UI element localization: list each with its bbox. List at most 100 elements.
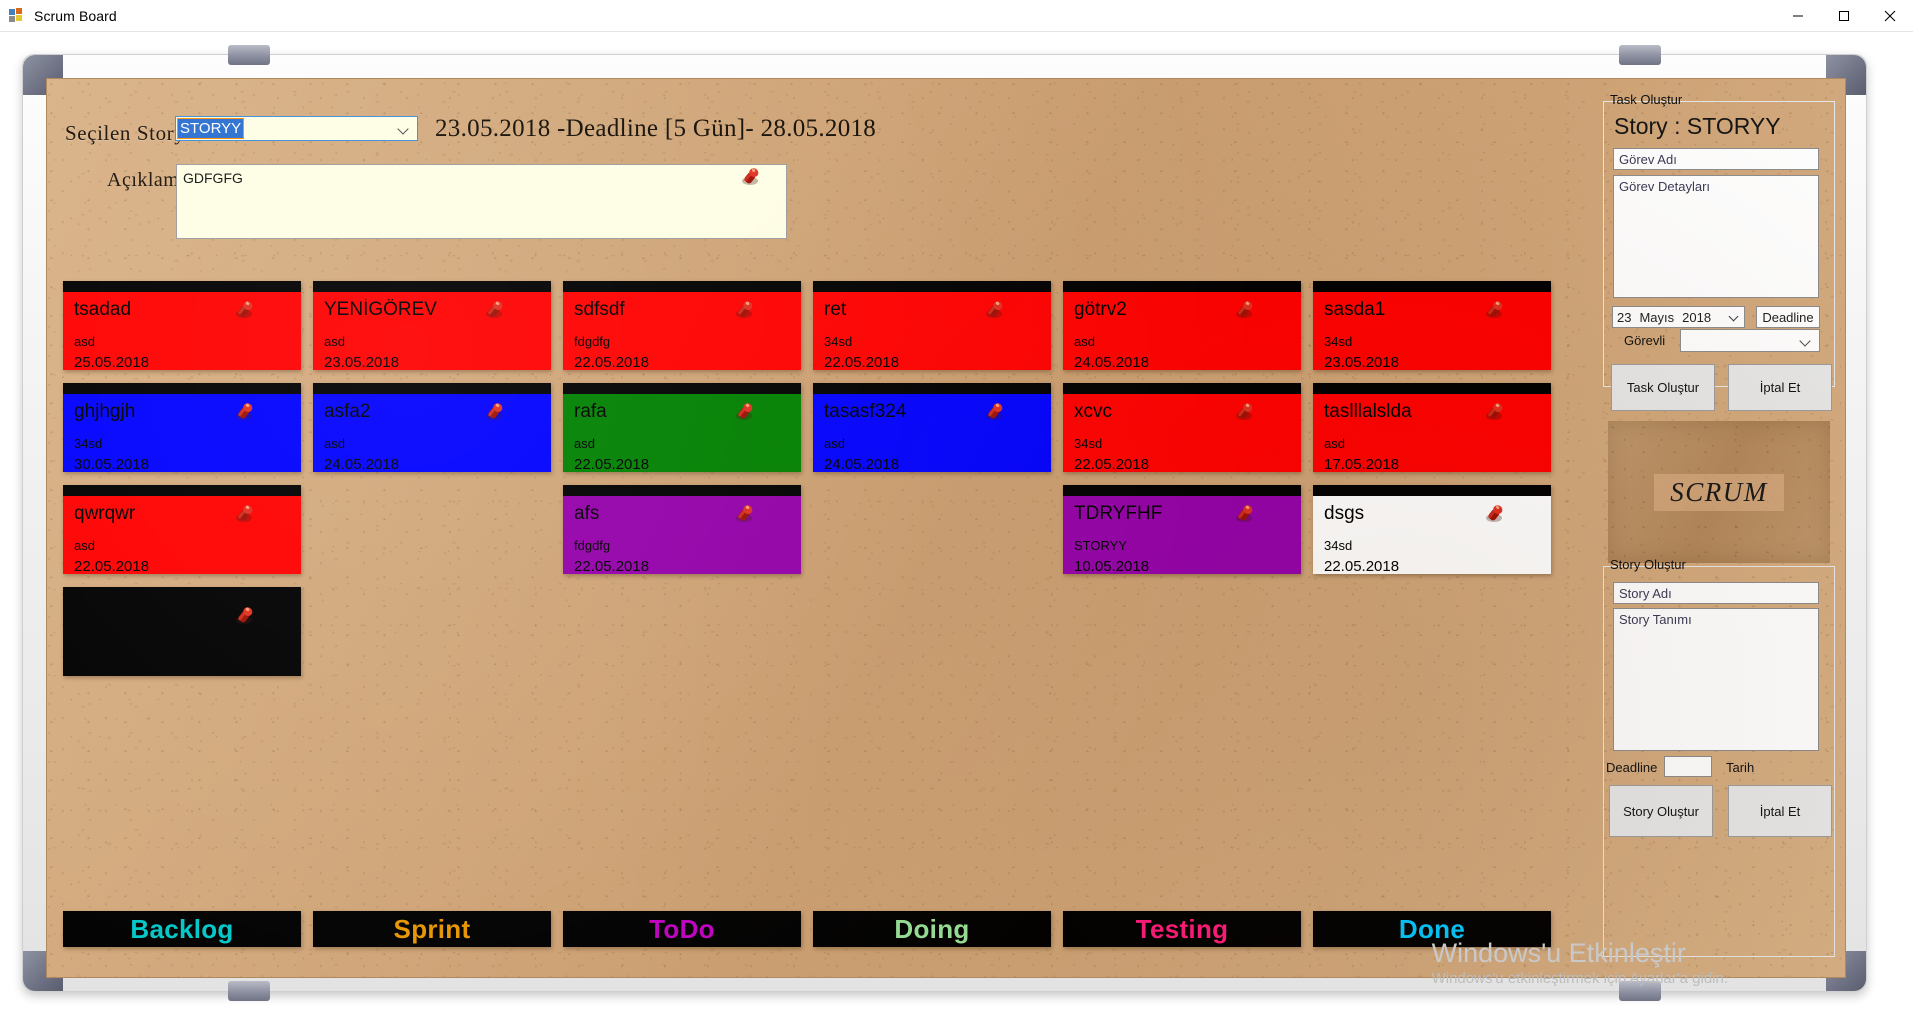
task-card[interactable]: tasasf324 asd 24.05.2018 — [813, 383, 1051, 472]
task-card-date: 22.05.2018 — [824, 354, 900, 370]
task-card[interactable]: xcvc 34sd 22.05.2018 — [1063, 383, 1301, 472]
column-label-testing: Testing — [1063, 911, 1301, 947]
task-card-title: tasasf324 — [824, 401, 907, 422]
task-card[interactable]: ret 34sd 22.05.2018 — [813, 281, 1051, 370]
task-card-date: 22.05.2018 — [574, 456, 650, 472]
task-card-date: 17.05.2018 — [1324, 456, 1400, 472]
task-card-detail: asd — [74, 538, 95, 553]
task-card-detail: asd — [824, 436, 845, 451]
create-task-button[interactable]: Task Oluştur — [1611, 364, 1715, 411]
task-card[interactable]: taslllalslda asd 17.05.2018 — [1313, 383, 1551, 472]
task-deadline-label: Deadline — [1756, 306, 1820, 328]
task-card-date: 22.05.2018 — [574, 354, 650, 370]
pushpin-icon — [1481, 397, 1511, 427]
minimize-button[interactable] — [1775, 0, 1821, 32]
task-card[interactable]: afs fdgdfg 22.05.2018 — [563, 485, 801, 574]
board-column-todo: sdfsdf fdgdfg 22.05.2018 rafa asd 22.05.2018 a… — [563, 281, 801, 587]
board-column-testing: götrv2 asd 24.05.2018 xcvc 34sd 22.05.2018 TDR… — [1063, 281, 1301, 587]
chevron-down-icon — [1730, 312, 1740, 322]
pushpin-icon — [231, 601, 261, 631]
story-name-input[interactable]: Story Adı — [1613, 582, 1819, 604]
selected-story-label: Seçilen Story — [65, 121, 186, 145]
cancel-story-button[interactable]: İptal Et — [1728, 785, 1832, 837]
task-card[interactable]: asfa2 asd 24.05.2018 — [313, 383, 551, 472]
task-card-detail: asd — [574, 436, 595, 451]
story-detail-textarea[interactable]: Story Tanımı — [1613, 608, 1819, 751]
pushpin-icon — [737, 162, 767, 192]
window-title: Scrum Board — [34, 7, 117, 24]
task-card-title: dsgs — [1324, 503, 1365, 524]
pushpin-icon — [481, 295, 511, 325]
story-deadline-text: 23.05.2018 -Deadline [5 Gün]- 28.05.2018 — [435, 115, 877, 142]
task-card[interactable]: sdfsdf fdgdfg 22.05.2018 — [563, 281, 801, 370]
pushpin-icon — [1481, 499, 1511, 529]
pushpin-icon — [981, 397, 1011, 427]
task-create-group-title: Task Oluştur — [1610, 92, 1683, 107]
task-card-detail: 34sd — [1074, 436, 1103, 451]
board-column-backlog: tsadad asd 25.05.2018 ghjhgjh 34sd 30.05.2018… — [63, 281, 301, 689]
story-deadline-input[interactable] — [1664, 756, 1712, 777]
chevron-down-icon — [399, 123, 410, 134]
task-card[interactable]: ghjhgjh 34sd 30.05.2018 — [63, 383, 301, 472]
task-story-heading: Story : STORYY — [1614, 113, 1781, 139]
assignee-dropdown[interactable] — [1680, 329, 1820, 352]
task-card-title: sdfsdf — [574, 299, 625, 320]
task-deadline-datepicker[interactable]: 23 Mayıs 2018 — [1612, 306, 1745, 328]
story-date-label: Tarih — [1726, 760, 1755, 775]
datepicker-day: 23 — [1617, 309, 1632, 325]
selected-story-value: STORYY — [176, 118, 245, 139]
task-card[interactable]: götrv2 asd 24.05.2018 — [1063, 281, 1301, 370]
task-name-input[interactable]: Görev Adı — [1613, 148, 1819, 170]
task-card[interactable]: qwrqwr asd 22.05.2018 — [63, 485, 301, 574]
board-column-sprint: YENİGÖREV asd 23.05.2018 asfa2 asd 24.05.2018 — [313, 281, 551, 485]
task-card-title: asfa2 — [324, 401, 371, 422]
selected-story-dropdown[interactable]: STORYY — [175, 116, 418, 141]
task-card-date: 22.05.2018 — [574, 558, 650, 574]
application-body: Seçilen Story STORYY 23.05.2018 -Deadlin… — [0, 32, 1913, 1026]
description-textarea[interactable]: GDFGFG — [176, 164, 787, 239]
task-card-date: 10.05.2018 — [1074, 558, 1150, 574]
task-card-date: 24.05.2018 — [1074, 354, 1150, 370]
pushpin-icon — [1231, 295, 1261, 325]
close-button[interactable] — [1867, 0, 1913, 32]
task-card[interactable]: TDRYFHF STORYY 10.05.2018 — [1063, 485, 1301, 574]
pushpin-icon — [731, 499, 761, 529]
task-card-detail: 34sd — [74, 436, 103, 451]
task-card-title: afs — [574, 503, 600, 524]
column-label-row: Backlog Sprint ToDo Doing Testing Done — [63, 911, 1553, 947]
task-card-detail: 34sd — [1324, 334, 1353, 349]
create-story-button[interactable]: Story Oluştur — [1609, 785, 1713, 837]
task-card-date: 22.05.2018 — [1074, 456, 1150, 472]
maximize-button[interactable] — [1821, 0, 1867, 32]
pushpin-icon — [481, 397, 511, 427]
pushpin-icon — [981, 295, 1011, 325]
task-card-date: 24.05.2018 — [824, 456, 900, 472]
task-card[interactable]: sasda1 34sd 23.05.2018 — [1313, 281, 1551, 370]
task-card[interactable]: dsgs 34sd 22.05.2018 — [1313, 485, 1551, 574]
task-card[interactable]: rafa asd 22.05.2018 — [563, 383, 801, 472]
task-detail-textarea[interactable]: Görev Detayları — [1613, 175, 1819, 298]
task-card[interactable]: YENİGÖREV asd 23.05.2018 — [313, 281, 551, 370]
task-card-detail: 34sd — [1324, 538, 1353, 553]
pushpin-icon — [731, 295, 761, 325]
app-icon — [9, 7, 25, 24]
story-create-group-title: Story Oluştur — [1610, 557, 1686, 572]
task-card[interactable]: tsadad asd 25.05.2018 — [63, 281, 301, 370]
board-column-done: sasda1 34sd 23.05.2018 taslllalslda asd 17.05… — [1313, 281, 1551, 587]
cancel-task-button[interactable]: İptal Et — [1728, 364, 1832, 411]
task-card-detail: fdgdfg — [574, 538, 611, 553]
datepicker-year: 2018 — [1682, 309, 1712, 325]
task-card-date: 25.05.2018 — [74, 354, 150, 370]
task-card-detail: STORYY — [1074, 538, 1127, 553]
task-card-date: 24.05.2018 — [324, 456, 400, 472]
task-card[interactable] — [63, 587, 301, 676]
pushpin-icon — [231, 397, 261, 427]
task-card-date: 22.05.2018 — [74, 558, 150, 574]
task-card-title: götrv2 — [1074, 299, 1127, 320]
board-mount-top-left — [228, 45, 270, 65]
task-card-title: ghjhgjh — [74, 401, 136, 422]
task-card-date: 30.05.2018 — [74, 456, 150, 472]
story-deadline-label: Deadline — [1606, 760, 1658, 775]
task-card-title: qwrqwr — [74, 503, 136, 524]
pushpin-icon — [231, 499, 261, 529]
